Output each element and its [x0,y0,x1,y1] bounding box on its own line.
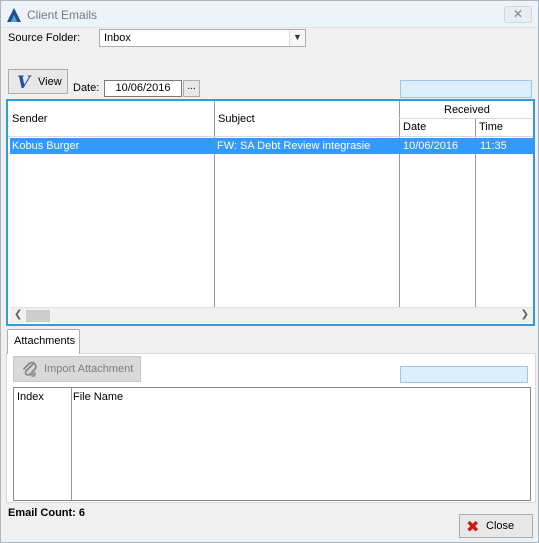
source-folder-label: Source Folder: [8,32,81,44]
scrollbar-thumb[interactable] [26,310,50,322]
column-header-time[interactable]: Time [479,121,503,133]
title-bar: Client Emails ✕ [1,1,538,28]
view-check-icon: V [17,73,31,93]
column-divider [214,101,215,307]
email-count-label: Email Count: 6 [8,507,86,519]
progress-bar [400,80,532,98]
window-close-button[interactable]: ✕ [504,6,532,23]
tab-attachments[interactable]: Attachments [7,329,80,354]
date-picker-button[interactable]: ... [183,80,200,97]
header-bottom-line [8,136,533,137]
red-x-icon: ✖ [466,519,480,536]
cell-time: 11:35 [480,140,507,152]
column-header-sender[interactable]: Sender [12,113,47,125]
column-divider [71,388,72,500]
tab-attachments-label: Attachments [14,335,76,347]
view-button-label: View [38,76,62,88]
received-header-divider [399,118,533,119]
email-grid[interactable]: Sender Subject Received Date Time Kobus … [6,99,535,326]
import-attachment-label: Import Attachment [44,363,134,375]
column-header-file-name[interactable]: File Name [73,391,123,403]
horizontal-scrollbar[interactable]: ❮ ❯ [10,307,533,323]
column-header-date[interactable]: Date [403,121,426,133]
scroll-left-icon[interactable]: ❮ [14,309,22,320]
cell-date: 10/06/2016 [403,140,459,152]
close-button[interactable]: ✖ Close [459,514,533,538]
column-header-subject[interactable]: Subject [218,113,255,125]
source-folder-dropdown[interactable]: Inbox ▼ [99,29,306,47]
source-folder-value: Inbox [104,32,131,44]
column-header-index[interactable]: Index [17,391,44,403]
cell-sender: Kobus Burger [12,140,80,152]
attachment-progress-bar [400,366,528,383]
client-emails-window: Client Emails ✕ Source Folder: Inbox ▼ V… [0,0,539,543]
date-label: Date: [73,82,100,94]
attachments-grid[interactable]: Index File Name [13,387,531,501]
app-logo-icon [7,8,21,22]
paperclip-icon [22,361,37,377]
scroll-right-icon[interactable]: ❯ [521,309,529,320]
window-title: Client Emails [27,8,98,22]
cell-subject: FW: SA Debt Review integrasie [217,140,371,152]
column-divider [399,101,400,307]
view-button[interactable]: V View [8,69,68,94]
chevron-down-icon[interactable]: ▼ [289,30,305,46]
table-row[interactable]: Kobus Burger FW: SA Debt Review integras… [10,138,533,154]
close-button-label: Close [486,520,515,532]
date-field[interactable]: 10/06/2016 [104,80,182,97]
column-header-received: Received [444,104,490,116]
import-attachment-button[interactable]: Import Attachment [13,356,141,382]
